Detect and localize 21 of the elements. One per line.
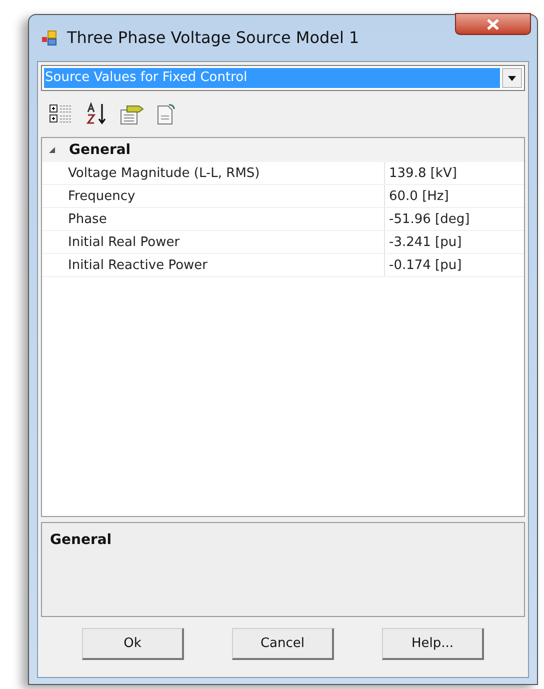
app-icon	[41, 29, 59, 47]
property-value[interactable]: 60.0 [Hz]	[385, 185, 524, 207]
property-name: Voltage Magnitude (L-L, RMS)	[42, 162, 385, 184]
expand-arrow-icon[interactable]	[48, 146, 56, 154]
property-name: Initial Reactive Power	[42, 254, 385, 276]
property-value[interactable]: 139.8 [kV]	[385, 162, 524, 184]
category-label[interactable]: General	[69, 140, 131, 160]
close-button[interactable]	[455, 13, 531, 35]
property-name: Initial Real Power	[42, 231, 385, 253]
dialog-button[interactable]: Cancel	[232, 628, 334, 660]
property-name: Phase	[42, 208, 385, 230]
property-value[interactable]: -0.174 [pu]	[385, 254, 524, 276]
dialog-button[interactable]: Help...	[382, 628, 484, 660]
document-icon[interactable]	[155, 102, 177, 126]
property-value[interactable]: -3.241 [pu]	[385, 231, 524, 253]
description-title: General	[50, 532, 112, 548]
close-icon	[487, 18, 499, 30]
dialog-button[interactable]: Ok	[82, 628, 184, 660]
window-title: Three Phase Voltage Source Model 1	[67, 27, 360, 49]
property-name: Frequency	[42, 185, 385, 207]
property-value[interactable]: -51.96 [deg]	[385, 208, 524, 230]
